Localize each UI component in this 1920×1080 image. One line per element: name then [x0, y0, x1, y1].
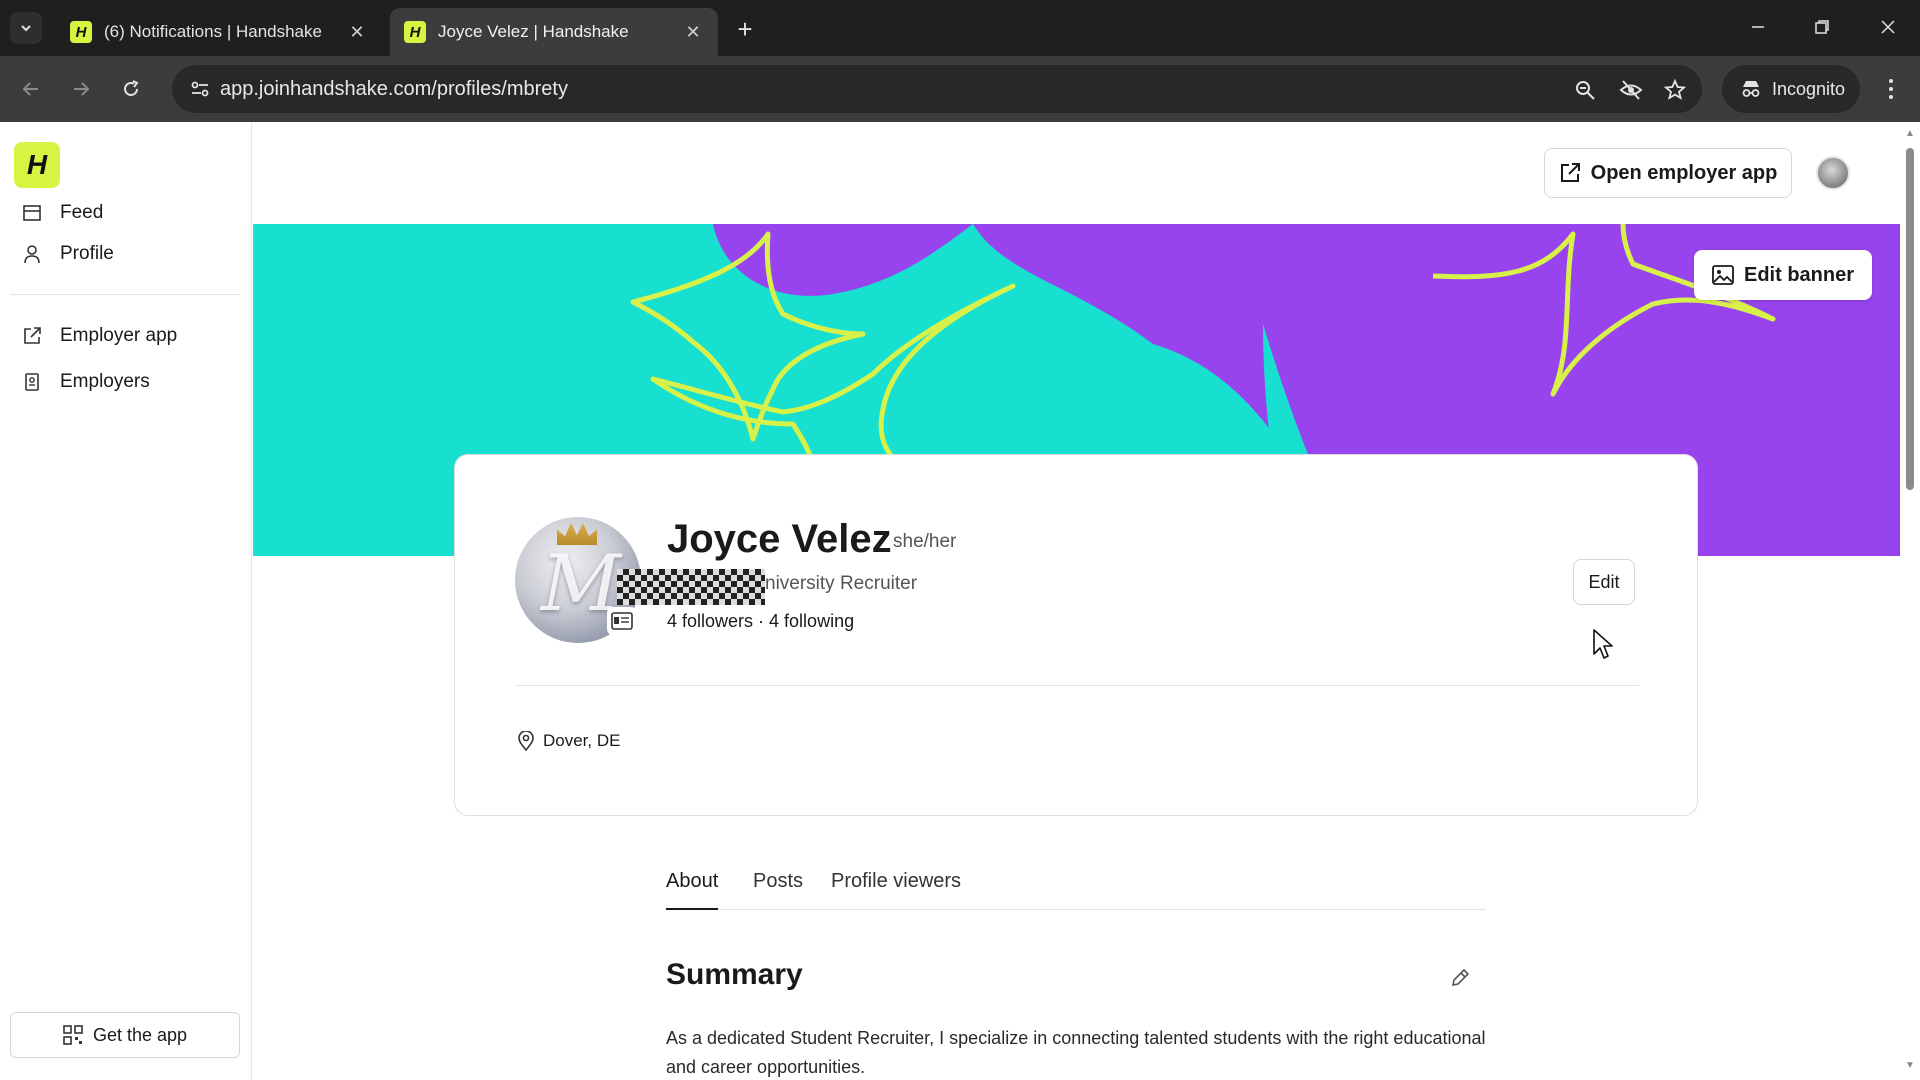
zoom-icon[interactable]	[1572, 77, 1598, 103]
mouse-cursor-icon	[1593, 629, 1613, 659]
tab-search-button[interactable]	[10, 12, 42, 44]
open-employer-app-label: Open employer app	[1590, 161, 1778, 184]
sidebar-item-employers[interactable]: Employers	[20, 365, 150, 399]
tab-title: (6) Notifications | Handshake	[104, 22, 322, 41]
feed-icon	[20, 201, 44, 225]
close-window-button[interactable]	[1868, 10, 1908, 44]
edit-profile-button[interactable]: Edit	[1573, 559, 1635, 605]
arrow-left-icon	[22, 82, 38, 96]
address-bar[interactable]: app.joinhandshake.com/profiles/mbrety	[172, 65, 1702, 113]
badge-icon	[20, 370, 44, 394]
reload-icon	[124, 80, 139, 96]
chevron-down-icon	[21, 25, 31, 32]
followers-following[interactable]: 4 followers · 4 following	[667, 611, 854, 632]
handshake-logo[interactable]: H	[14, 142, 60, 188]
user-avatar[interactable]	[1816, 156, 1850, 190]
edit-banner-label: Edit banner	[1743, 263, 1854, 286]
browser-tabstrip: H (6) Notifications | Handshake ✕ H Joyc…	[0, 0, 1920, 56]
location-text: Dover, DE	[543, 731, 621, 750]
qr-code-icon	[63, 1025, 83, 1045]
scroll-up-icon[interactable]: ▲	[1904, 128, 1916, 140]
incognito-label: Incognito	[1772, 78, 1846, 99]
sidebar-divider	[10, 294, 240, 295]
summary-text: As a dedicated Student Recruiter, I spec…	[666, 1028, 1486, 1077]
card-divider	[515, 685, 1639, 686]
get-the-app-button[interactable]: Get the app	[10, 1012, 240, 1058]
edit-banner-button[interactable]: Edit banner	[1694, 250, 1872, 300]
edit-summary-pencil-icon[interactable]	[1446, 964, 1474, 992]
location-pin-icon	[518, 731, 534, 751]
scroll-down-icon[interactable]: ▼	[1904, 1060, 1916, 1072]
browser-toolbar: app.joinhandshake.com/profiles/mbrety In…	[0, 56, 1920, 122]
browser-menu-button[interactable]	[1874, 72, 1908, 106]
bookmark-star-icon[interactable]	[1662, 77, 1688, 103]
sidebar-item-employer-app[interactable]: Employer app	[20, 319, 177, 353]
tab-about[interactable]: About	[666, 870, 719, 910]
profile-name: Joyce Velez	[667, 517, 892, 561]
incognito-icon	[1742, 81, 1760, 97]
browser-tab-notifications[interactable]: H (6) Notifications | Handshake ✕	[56, 8, 382, 56]
sidebar-item-label: Employer app	[60, 325, 178, 346]
sidebar-item-profile[interactable]: Profile	[20, 237, 114, 271]
arrow-right-icon	[74, 82, 90, 96]
sidebar: H Feed Profile Employer app Employers Ge…	[0, 122, 252, 1080]
profile-pronouns: she/her	[893, 531, 957, 552]
page-content: H Feed Profile Employer app Employers Ge…	[0, 122, 1920, 1080]
minimize-button[interactable]	[1738, 10, 1778, 44]
scrollbar-thumb[interactable]	[1906, 148, 1914, 490]
back-button[interactable]	[14, 72, 48, 106]
tab-profile-viewers[interactable]: Profile viewers	[831, 870, 961, 910]
minimize-icon	[1752, 26, 1764, 28]
handshake-favicon-icon: H	[70, 21, 92, 43]
tab-posts[interactable]: Posts	[753, 870, 803, 910]
close-icon	[1881, 20, 1895, 34]
restore-button[interactable]	[1802, 10, 1842, 44]
profile-location: Dover, DE	[517, 731, 620, 751]
tracking-protection-eye-off-icon[interactable]	[1618, 77, 1644, 103]
profile-tabs: About Posts Profile viewers	[666, 862, 1486, 910]
sidebar-item-label: Employers	[60, 371, 150, 392]
tab-title: Joyce Velez | Handshake	[438, 22, 629, 41]
summary-title: Summary	[666, 958, 803, 991]
site-settings-icon[interactable]	[188, 77, 212, 101]
incognito-indicator[interactable]: Incognito	[1722, 65, 1860, 113]
handshake-favicon-icon: H	[404, 21, 426, 43]
open-employer-app-button[interactable]: Open employer app	[1544, 148, 1792, 198]
page-scrollbar[interactable]: ▲ ▼	[1900, 122, 1920, 1080]
more-vertical-icon	[1889, 79, 1893, 99]
redacted-pixelation	[617, 569, 765, 605]
image-icon	[1712, 265, 1734, 285]
id-card-icon	[607, 607, 637, 635]
sidebar-item-feed[interactable]: Feed	[20, 196, 103, 230]
reload-button[interactable]	[114, 72, 148, 106]
person-icon	[20, 242, 44, 266]
profile-headline: niversity Recruiter	[765, 573, 918, 594]
close-tab-icon[interactable]: ✕	[682, 21, 704, 43]
new-tab-button[interactable]: +	[730, 14, 760, 44]
external-link-icon	[20, 324, 44, 348]
profile-card: M Joyce Velez she/her niversity Recruite…	[454, 454, 1698, 816]
restore-icon	[1815, 20, 1829, 34]
browser-tab-profile[interactable]: H Joyce Velez | Handshake ✕	[390, 8, 718, 56]
get-the-app-label: Get the app	[92, 1024, 188, 1045]
close-tab-icon[interactable]: ✕	[346, 21, 368, 43]
url-text: app.joinhandshake.com/profiles/mbrety	[220, 78, 568, 100]
sidebar-item-label: Feed	[60, 202, 104, 223]
sidebar-item-label: Profile	[60, 243, 114, 264]
forward-button[interactable]	[64, 72, 98, 106]
external-link-icon	[1560, 163, 1580, 182]
